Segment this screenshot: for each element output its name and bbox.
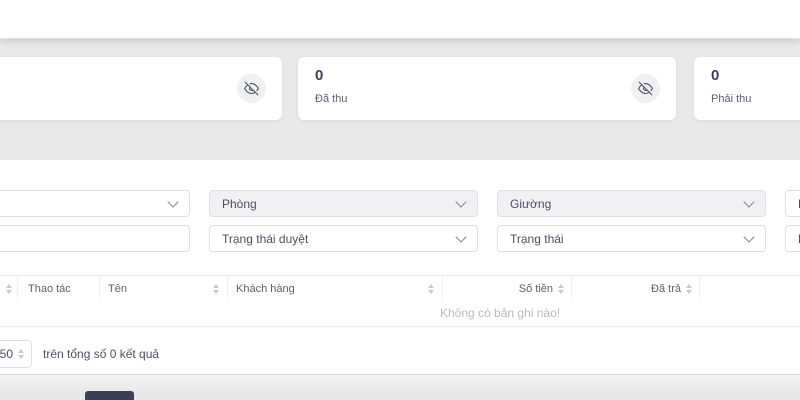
number-stepper-icon bbox=[18, 349, 24, 359]
eye-off-icon[interactable] bbox=[631, 74, 660, 103]
table-header-cell-customer[interactable]: Khách hàng bbox=[228, 276, 443, 301]
sort-arrows-icon bbox=[428, 283, 434, 294]
column-label: Khách hàng bbox=[236, 282, 295, 295]
chevron-down-icon bbox=[167, 195, 179, 208]
table-header-cell-actions[interactable]: Thao tác bbox=[18, 276, 100, 301]
filter-select-room[interactable]: Phòng bbox=[209, 190, 478, 217]
column-label: Thao tác bbox=[28, 282, 71, 295]
eye-off-icon[interactable] bbox=[237, 74, 266, 103]
sort-arrows-icon bbox=[686, 283, 692, 294]
filter-select-right-truncated[interactable]: H bbox=[785, 190, 800, 217]
table-header-cell-empty bbox=[700, 276, 800, 301]
table-header: Thao tác Tên Khách hàng Số tiền Đã trả bbox=[0, 275, 800, 302]
summary-card-left bbox=[0, 57, 282, 120]
receivable-label: Phải thu bbox=[711, 93, 752, 105]
results-total-label: trên tổng số 0 kết quả bbox=[43, 347, 160, 361]
table-empty-row: Không có bản ghi nào! bbox=[0, 301, 800, 327]
empty-state-message: Không có bản ghi nào! bbox=[440, 306, 561, 320]
filter-label: Giường bbox=[510, 196, 552, 211]
filter-select-left-truncated[interactable] bbox=[0, 190, 190, 217]
screen: 0 Đã thu 0 Phải thu Phòng Giường H T bbox=[0, 0, 800, 400]
top-header-band bbox=[0, 0, 800, 39]
summary-card-collected: 0 Đã thu bbox=[298, 57, 676, 120]
column-label: Đã trả bbox=[651, 282, 681, 295]
column-label: Tên bbox=[108, 282, 127, 295]
filter-input-left-truncated[interactable] bbox=[0, 225, 190, 252]
filter-label: Trạng thái bbox=[510, 231, 564, 246]
page-size-select[interactable]: 50 bbox=[0, 340, 32, 368]
receivable-value: 0 bbox=[711, 67, 720, 84]
bottom-dark-button[interactable] bbox=[85, 391, 134, 400]
table-header-cell-name[interactable]: Tên bbox=[100, 276, 228, 301]
collected-label: Đã thu bbox=[315, 93, 348, 105]
table-header-cell-truncated[interactable] bbox=[0, 276, 18, 301]
page-size-value: 50 bbox=[0, 347, 13, 361]
filter-select-right-truncated[interactable]: H bbox=[785, 225, 800, 252]
filter-select-bed[interactable]: Giường bbox=[497, 190, 766, 217]
filter-select-status[interactable]: Trạng thái bbox=[497, 225, 766, 252]
sort-arrows-icon bbox=[6, 283, 12, 294]
sort-arrows-icon bbox=[213, 283, 219, 294]
chevron-down-icon bbox=[743, 230, 755, 243]
summary-card-receivable: 0 Phải thu bbox=[694, 57, 800, 120]
chevron-down-icon bbox=[455, 230, 467, 243]
filter-select-approval-status[interactable]: Trạng thái duyệt bbox=[209, 225, 478, 252]
table-header-cell-paid[interactable]: Đã trả bbox=[572, 276, 700, 301]
table-header-cell-amount[interactable]: Số tiền bbox=[443, 276, 572, 301]
collected-value: 0 bbox=[315, 67, 324, 84]
filter-label: Phòng bbox=[222, 196, 257, 211]
filter-label: Trạng thái duyệt bbox=[222, 231, 309, 246]
sort-arrows-icon bbox=[558, 283, 564, 294]
column-label: Số tiền bbox=[518, 282, 553, 295]
chevron-down-icon bbox=[743, 195, 755, 208]
chevron-down-icon bbox=[455, 195, 467, 208]
